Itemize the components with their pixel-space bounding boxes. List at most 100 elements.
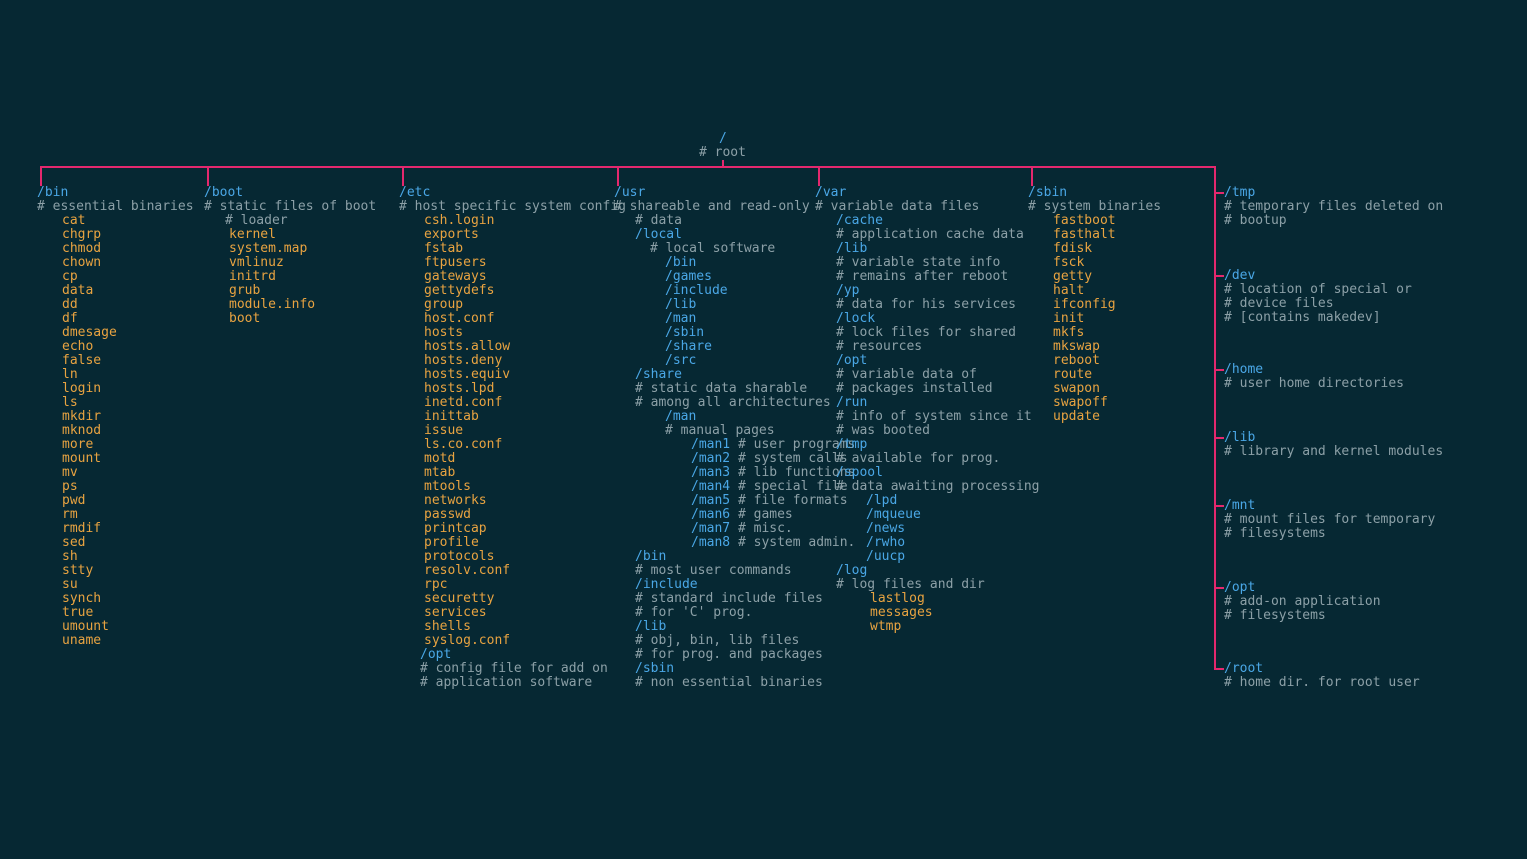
col0-item-12: login xyxy=(62,382,101,396)
col-drop-3 xyxy=(617,166,619,186)
col5-item-11: route xyxy=(1053,368,1092,382)
col0-item-25: stty xyxy=(62,564,93,578)
col2-item-13: inetd.conf xyxy=(424,396,502,410)
col-drop-1 xyxy=(207,166,209,186)
col4-dir-22: /news xyxy=(866,522,905,536)
col5-item-3: fsck xyxy=(1053,256,1084,270)
col3-dir-24: /bin xyxy=(635,550,666,564)
right-tick-1 xyxy=(1214,275,1224,277)
col1-item-3: vmlinuz xyxy=(229,256,284,270)
col2-dir-31: /opt xyxy=(420,648,451,662)
col5-item-1: fasthalt xyxy=(1053,228,1116,242)
col2-item-18: mtab xyxy=(424,466,455,480)
col2-item-23: profile xyxy=(424,536,479,550)
col2-item-30: syslog.conf xyxy=(424,634,510,648)
right-dir-1: /dev xyxy=(1224,269,1255,283)
col3-cmt-30: # obj, bin, lib files xyxy=(635,634,799,648)
col2-item-7: host.conf xyxy=(424,312,494,326)
col1-item-5: grub xyxy=(229,284,260,298)
col2-item-26: rpc xyxy=(424,578,447,592)
col3-dir-9: /share xyxy=(665,340,712,354)
col5-item-8: mkfs xyxy=(1053,326,1084,340)
col0-item-14: mkdir xyxy=(62,410,101,424)
col0-item-9: echo xyxy=(62,340,93,354)
col-cmt-2: # host specific system config xyxy=(399,200,626,214)
col3-dir-5: /include xyxy=(665,284,728,298)
col3-mix-20: /man5 # file formats xyxy=(691,494,848,508)
col3-mix-23: /man8 # system admin. xyxy=(691,536,855,550)
col0-item-1: chgrp xyxy=(62,228,101,242)
col1-item-6: module.info xyxy=(229,298,315,312)
col0-item-22: rmdif xyxy=(62,522,101,536)
col0-item-29: umount xyxy=(62,620,109,634)
col4-dir-18: /spool xyxy=(836,466,883,480)
col4-cmt-14: # info of system since it xyxy=(836,410,1032,424)
col2-item-4: gateways xyxy=(424,270,487,284)
col-drop-2 xyxy=(402,166,404,186)
col0-item-3: chown xyxy=(62,256,101,270)
col0-item-8: dmesage xyxy=(62,326,117,340)
col-drop-0 xyxy=(40,166,42,186)
col5-item-4: getty xyxy=(1053,270,1092,284)
right-tick-5 xyxy=(1214,587,1224,589)
col0-item-2: chmod xyxy=(62,242,101,256)
col3-mix-18: /man3 # lib functions xyxy=(691,466,855,480)
col-dir-2: /etc xyxy=(399,186,430,200)
col3-cmt-33: # non essential binaries xyxy=(635,676,823,690)
col4-item-28: messages xyxy=(870,606,933,620)
col3-dir-26: /include xyxy=(635,578,698,592)
col4-cmt-4: # remains after reboot xyxy=(836,270,1008,284)
main-horizontal xyxy=(40,166,1216,168)
col2-item-1: exports xyxy=(424,228,479,242)
right-cmt-6-0: # home dir. for root user xyxy=(1224,676,1420,690)
col-cmt-1: # static files of boot xyxy=(204,200,376,214)
col3-dir-1: /local xyxy=(635,228,682,242)
col3-dir-14: /man xyxy=(665,410,696,424)
col0-item-19: ps xyxy=(62,480,78,494)
col2-item-14: inittab xyxy=(424,410,479,424)
col4-cmt-6: # data for his services xyxy=(836,298,1016,312)
col0-item-6: dd xyxy=(62,298,78,312)
right-dir-0: /tmp xyxy=(1224,186,1255,200)
col4-cmt-11: # variable data of xyxy=(836,368,977,382)
right-cmt-5-1: # filesystems xyxy=(1224,609,1326,623)
col0-item-5: data xyxy=(62,284,93,298)
col0-item-21: rm xyxy=(62,508,78,522)
col4-cmt-26: # log files and dir xyxy=(836,578,985,592)
col0-item-13: ls xyxy=(62,396,78,410)
col4-cmt-12: # packages installed xyxy=(836,382,993,396)
col3-cmt-28: # for 'C' prog. xyxy=(635,606,752,620)
col2-item-9: hosts.allow xyxy=(424,340,510,354)
col3-cmt-27: # standard include files xyxy=(635,592,823,606)
col4-dir-5: /yp xyxy=(836,284,859,298)
col-drop-4 xyxy=(818,166,820,186)
col-dir-0: /bin xyxy=(37,186,68,200)
col0-item-16: more xyxy=(62,438,93,452)
right-dir-6: /root xyxy=(1224,662,1263,676)
right-vertical xyxy=(1214,166,1216,668)
col3-dir-8: /sbin xyxy=(665,326,704,340)
col2-cmt-32: # config file for add on xyxy=(420,662,608,676)
right-dir-4: /mnt xyxy=(1224,499,1255,513)
col4-dir-24: /uucp xyxy=(866,550,905,564)
col4-cmt-3: # variable state info xyxy=(836,256,1000,270)
right-cmt-0-1: # bootup xyxy=(1224,214,1287,228)
col-cmt-4: # variable data files xyxy=(815,200,979,214)
col2-item-19: mtools xyxy=(424,480,471,494)
right-cmt-3-0: # library and kernel modules xyxy=(1224,445,1443,459)
col3-mix-16: /man1 # user programs xyxy=(691,438,855,452)
col3-dir-4: /games xyxy=(665,270,712,284)
root-cmt: # root xyxy=(699,146,746,160)
root-dir: / xyxy=(719,132,727,146)
col3-cmt-12: # static data sharable xyxy=(635,382,807,396)
col2-item-24: protocols xyxy=(424,550,494,564)
col0-item-30: uname xyxy=(62,634,101,648)
col2-item-27: securetty xyxy=(424,592,494,606)
right-tick-2 xyxy=(1214,369,1224,371)
col4-dir-21: /mqueue xyxy=(866,508,921,522)
col3-cmt-0: # data xyxy=(635,214,682,228)
right-dir-5: /opt xyxy=(1224,581,1255,595)
col4-cmt-8: # lock files for shared xyxy=(836,326,1016,340)
col3-mix-19: /man4 # special file xyxy=(691,480,848,494)
right-tick-0 xyxy=(1214,192,1224,194)
